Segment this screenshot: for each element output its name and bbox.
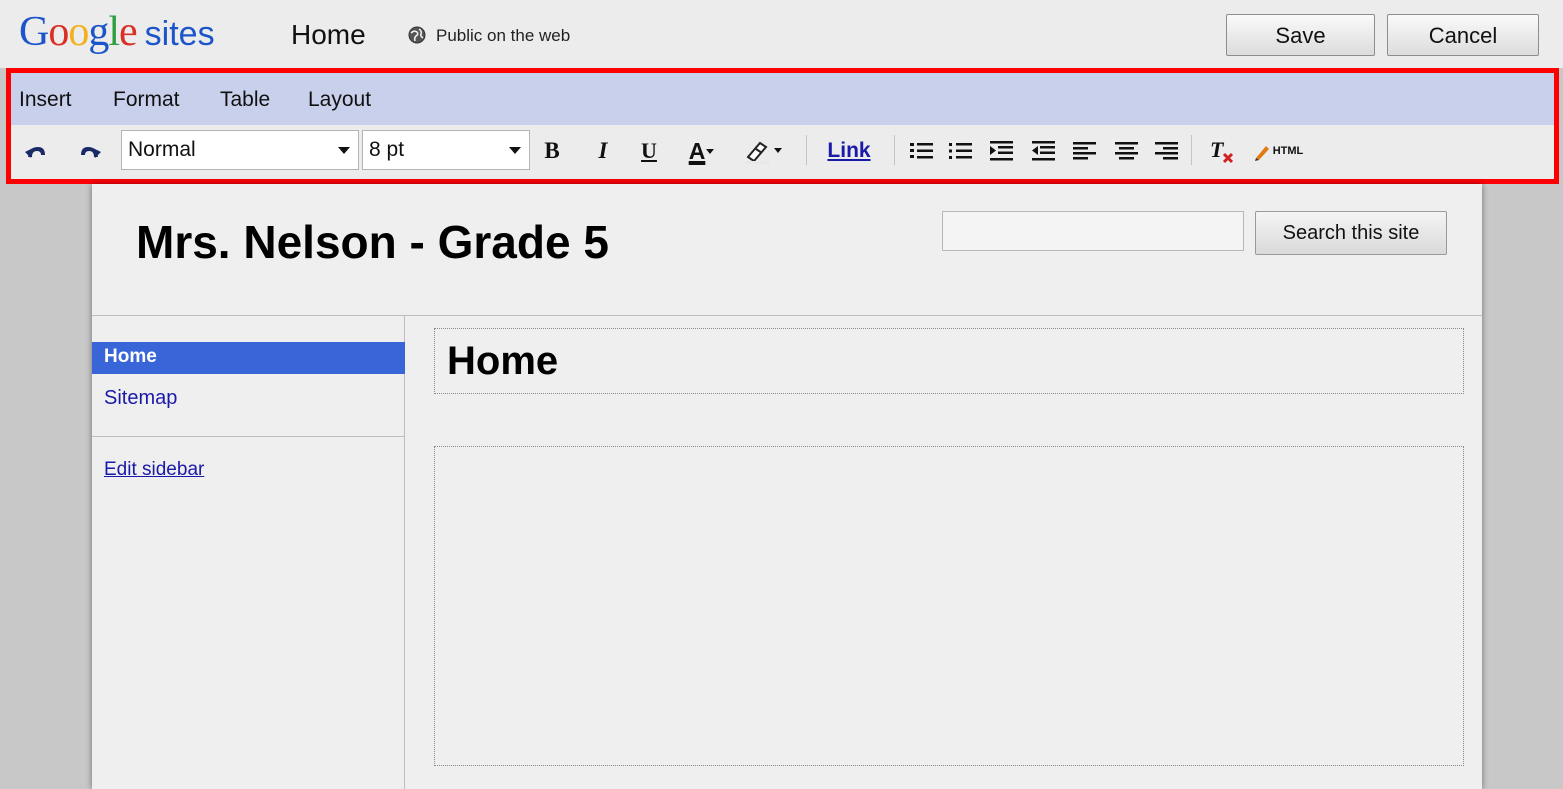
formatting-toolbar: Normal 8 pt B I U A Link T HTML: [11, 125, 1554, 179]
logo-letter: e: [119, 9, 138, 55]
chevron-down-icon: [338, 147, 350, 154]
bold-button[interactable]: B: [540, 135, 564, 167]
logo-letter: G: [19, 9, 49, 55]
link-button[interactable]: Link: [821, 135, 877, 167]
dropdown-arrow-icon: [706, 149, 715, 154]
align-left-icon[interactable]: [1071, 135, 1099, 167]
editor-menubar: Insert Format Table Layout: [11, 73, 1554, 125]
sidebar-section-divider: [92, 436, 405, 437]
menu-insert[interactable]: Insert: [19, 87, 72, 113]
indent-icon[interactable]: [988, 135, 1016, 167]
cancel-button[interactable]: Cancel: [1387, 14, 1539, 56]
visibility-link[interactable]: Public on the web: [436, 26, 570, 46]
logo-letter: g: [88, 9, 109, 55]
logo-letter: o: [48, 9, 69, 55]
page-content-editable[interactable]: [434, 446, 1464, 766]
save-button[interactable]: Save: [1226, 14, 1375, 56]
text-color-button[interactable]: A: [682, 135, 722, 167]
menu-format[interactable]: Format: [113, 87, 180, 113]
google-sites-logo[interactable]: Google sites: [19, 8, 215, 56]
search-input[interactable]: [942, 211, 1244, 251]
align-right-icon[interactable]: [1153, 135, 1181, 167]
page-title-editable[interactable]: Home: [434, 328, 1464, 394]
highlight-color-icon[interactable]: [742, 135, 786, 167]
page-name: Home: [291, 19, 366, 50]
sidebar-item-sitemap[interactable]: Sitemap: [104, 385, 177, 411]
italic-button[interactable]: I: [591, 135, 615, 167]
chevron-down-icon: [509, 147, 521, 154]
bulleted-list-icon[interactable]: [947, 135, 975, 167]
redo-icon[interactable]: [77, 135, 103, 167]
align-center-icon[interactable]: [1113, 135, 1141, 167]
logo-letter: l: [108, 9, 120, 55]
remove-formatting-icon[interactable]: T: [1207, 135, 1239, 167]
paragraph-style-value: Normal: [128, 138, 196, 161]
toolbar-separator: [1191, 135, 1192, 165]
menu-layout[interactable]: Layout: [308, 87, 371, 113]
sidebar-item-home[interactable]: Home: [92, 342, 405, 374]
paragraph-style-select[interactable]: Normal: [121, 130, 359, 170]
undo-icon[interactable]: [23, 135, 49, 167]
text-color-letter: A: [688, 137, 706, 164]
app-header: Google sites Home Public on the web Save …: [0, 0, 1563, 68]
edit-sidebar-link[interactable]: Edit sidebar: [104, 458, 204, 482]
header-divider: [92, 315, 1482, 316]
underline-button[interactable]: U: [637, 135, 661, 167]
site-page: Mrs. Nelson - Grade 5 Search this site H…: [92, 184, 1482, 789]
page-title: Home: [447, 339, 559, 383]
search-this-site-button[interactable]: Search this site: [1255, 211, 1447, 255]
toolbar-separator: [806, 135, 807, 165]
logo-letter: o: [68, 9, 89, 55]
font-size-value: 8 pt: [369, 138, 405, 161]
menu-table[interactable]: Table: [220, 87, 270, 113]
pencil-icon: [1254, 146, 1269, 161]
numbered-list-icon[interactable]: [908, 135, 936, 167]
html-label: HTML: [1272, 145, 1304, 157]
editor-toolbar-highlight: Insert Format Table Layout Normal 8 pt B…: [6, 68, 1559, 184]
edit-html-button[interactable]: HTML: [1247, 135, 1309, 167]
site-title: Mrs. Nelson - Grade 5: [136, 216, 609, 268]
logo-suffix: sites: [144, 15, 215, 53]
outdent-icon[interactable]: [1030, 135, 1058, 167]
svg-text:T: T: [1210, 137, 1225, 162]
font-size-select[interactable]: 8 pt: [362, 130, 530, 170]
globe-icon: [408, 26, 426, 44]
toolbar-separator: [894, 135, 895, 165]
sidebar-divider: [404, 316, 405, 789]
